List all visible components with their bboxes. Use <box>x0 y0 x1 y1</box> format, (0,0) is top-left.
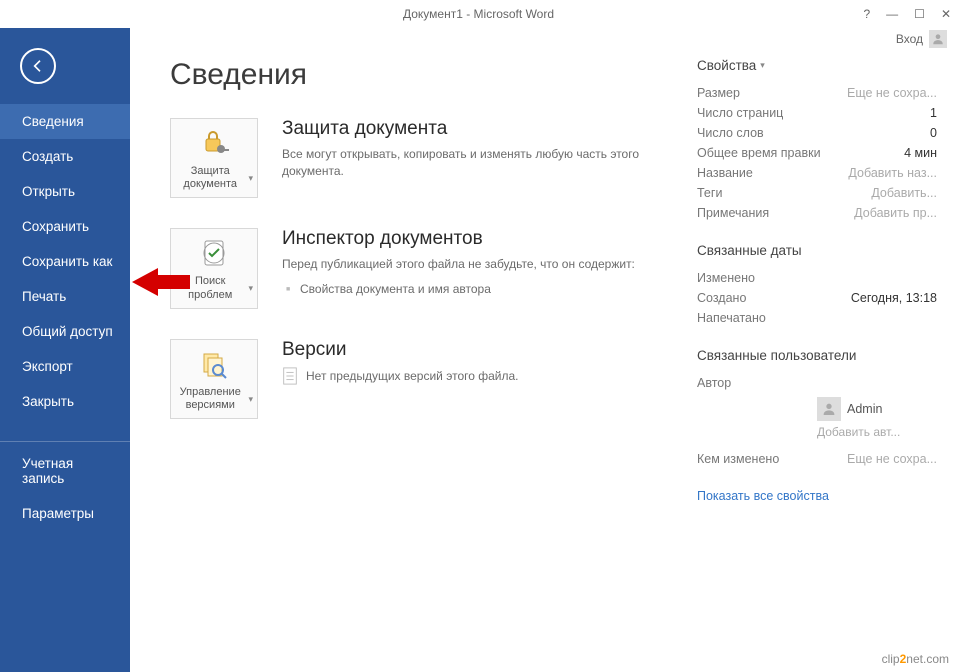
close-icon[interactable]: ✕ <box>941 7 951 21</box>
chevron-down-icon: ▾ <box>248 173 253 184</box>
nav-save-as[interactable]: Сохранить как <box>0 244 130 279</box>
protect-section: Защита документа▾ Защита документа Все м… <box>170 118 687 198</box>
related-dates-heading: Связанные даты <box>697 243 937 258</box>
nav-info[interactable]: Сведения <box>0 104 130 139</box>
prop-title-value[interactable]: Добавить наз... <box>848 166 937 180</box>
date-created-value: Сегодня, 13:18 <box>851 291 937 305</box>
prop-size-value: Еще не сохра... <box>847 86 937 100</box>
help-icon[interactable]: ? <box>863 7 870 21</box>
lock-key-icon <box>198 127 230 159</box>
prop-tags-value[interactable]: Добавить... <box>871 186 937 200</box>
window-title: Документ1 - Microsoft Word <box>403 7 554 21</box>
prop-edit-time-value: 4 мин <box>904 146 937 160</box>
title-bar: Документ1 - Microsoft Word ? — ☐ ✕ <box>0 0 957 28</box>
prop-size-label: Размер <box>697 86 740 100</box>
inspect-section: Поиск проблем▾ Инспектор документов Пере… <box>170 228 687 308</box>
nav-export[interactable]: Экспорт <box>0 349 130 384</box>
author-label: Автор <box>697 376 731 390</box>
prop-notes-value[interactable]: Добавить пр... <box>854 206 937 220</box>
page-title: Сведения <box>170 58 687 92</box>
minimize-icon[interactable]: — <box>886 7 898 21</box>
protect-heading: Защита документа <box>282 118 687 140</box>
prop-tags-label: Теги <box>697 186 722 200</box>
versions-section: Управление версиями▾ Версии Нет предыдущ… <box>170 339 687 419</box>
nav-account[interactable]: Учетная запись <box>0 446 130 496</box>
inspect-item: Свойства документа и имя автора <box>282 280 687 299</box>
versions-heading: Версии <box>282 339 687 361</box>
add-author-link[interactable]: Добавить авт... <box>817 425 937 439</box>
prop-words-value: 0 <box>930 126 937 140</box>
document-check-icon <box>198 237 230 269</box>
protect-description: Все могут открывать, копировать и изменя… <box>282 146 642 181</box>
inspect-description: Перед публикацией этого файла не забудьт… <box>282 256 642 273</box>
last-modified-by-value: Еще не сохра... <box>847 452 937 466</box>
backstage-sidebar: Сведения Создать Открыть Сохранить Сохра… <box>0 28 130 672</box>
prop-pages-value: 1 <box>930 106 937 120</box>
prop-notes-label: Примечания <box>697 206 769 220</box>
nav-save[interactable]: Сохранить <box>0 209 130 244</box>
prop-edit-time-label: Общее время правки <box>697 146 821 160</box>
chevron-down-icon: ▾ <box>248 394 253 405</box>
date-created-label: Создано <box>697 291 746 305</box>
nav-print[interactable]: Печать <box>0 279 130 314</box>
prop-pages-label: Число страниц <box>697 106 783 120</box>
nav-open[interactable]: Открыть <box>0 174 130 209</box>
author-avatar-icon <box>817 397 841 421</box>
properties-heading[interactable]: Свойства▾ <box>697 58 937 73</box>
related-users-heading: Связанные пользователи <box>697 348 937 363</box>
date-modified-label: Изменено <box>697 271 755 285</box>
nav-new[interactable]: Создать <box>0 139 130 174</box>
prop-title-label: Название <box>697 166 753 180</box>
versions-none-text: Нет предыдущих версий этого файла. <box>306 369 519 383</box>
check-issues-button[interactable]: Поиск проблем▾ <box>170 228 258 308</box>
watermark: clip2net.com <box>882 652 949 666</box>
nav-close[interactable]: Закрыть <box>0 384 130 419</box>
show-all-properties-link[interactable]: Показать все свойства <box>697 489 937 503</box>
chevron-down-icon: ▾ <box>760 60 765 71</box>
maximize-icon[interactable]: ☐ <box>914 7 925 21</box>
nav-options[interactable]: Параметры <box>0 496 130 531</box>
nav-share[interactable]: Общий доступ <box>0 314 130 349</box>
inspect-heading: Инспектор документов <box>282 228 687 250</box>
chevron-down-icon: ▾ <box>248 283 253 294</box>
document-icon <box>282 367 298 385</box>
back-button[interactable] <box>20 48 56 84</box>
versions-icon <box>198 348 230 380</box>
last-modified-by-label: Кем изменено <box>697 452 779 466</box>
prop-words-label: Число слов <box>697 126 764 140</box>
author-name[interactable]: Admin <box>847 402 882 416</box>
date-printed-label: Напечатано <box>697 311 766 325</box>
manage-versions-button[interactable]: Управление версиями▾ <box>170 339 258 419</box>
protect-document-button[interactable]: Защита документа▾ <box>170 118 258 198</box>
